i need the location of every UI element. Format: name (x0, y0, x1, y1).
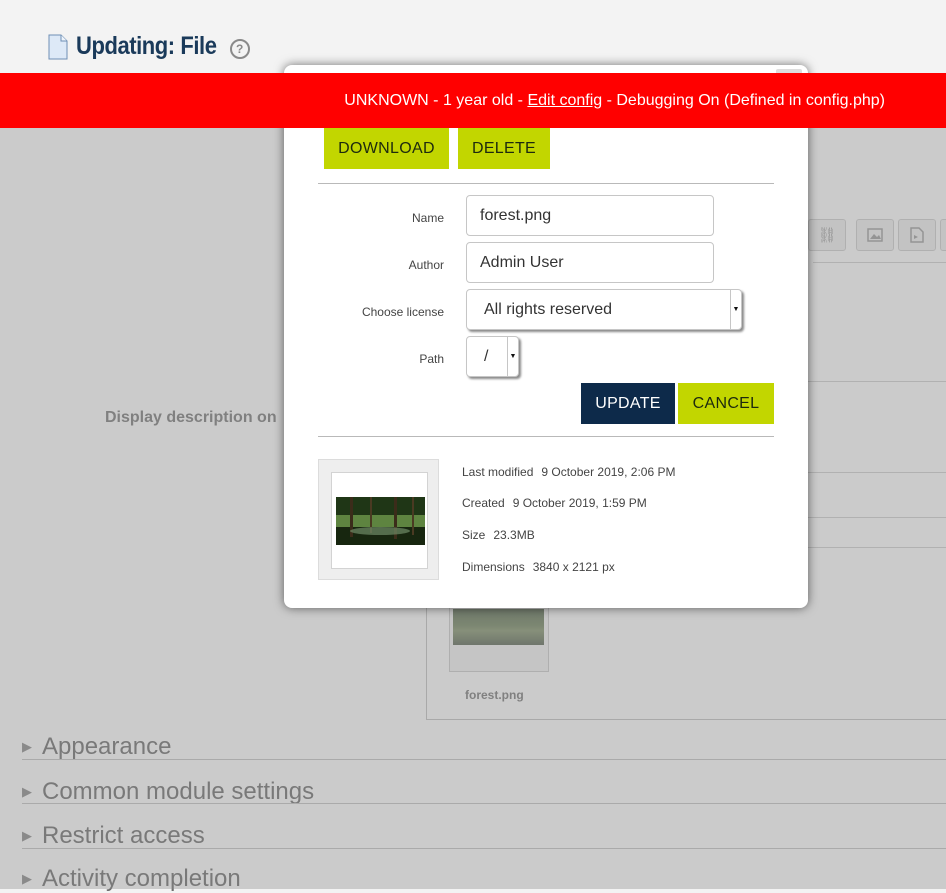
help-icon[interactable]: ? (229, 38, 250, 59)
license-label: Choose license (361, 305, 444, 319)
meta-size: Size 23.3MB (462, 528, 535, 542)
forest-image-preview (336, 497, 425, 545)
name-input[interactable]: forest.png (466, 195, 714, 236)
meta-created: Created 9 October 2019, 1:59 PM (462, 496, 647, 510)
download-button[interactable]: DOWNLOAD (324, 128, 449, 169)
path-select[interactable]: / ▼ (466, 336, 519, 377)
update-button[interactable]: UPDATE (581, 383, 675, 424)
page-header: Updating: File ? (48, 32, 250, 61)
file-edit-dialog: DOWNLOAD DELETE Name forest.png Author A… (284, 65, 808, 608)
file-icon (48, 34, 68, 60)
delete-button[interactable]: DELETE (458, 128, 550, 169)
file-preview (318, 459, 439, 580)
meta-dimensions: Dimensions 3840 x 2121 px (462, 560, 615, 574)
dropdown-arrow-icon: ▼ (507, 337, 518, 376)
author-input[interactable]: Admin User (466, 242, 714, 283)
divider (318, 436, 774, 437)
page-title: Updating: File (76, 32, 217, 60)
dropdown-arrow-icon: ▼ (730, 290, 741, 329)
meta-last-modified: Last modified 9 October 2019, 2:06 PM (462, 465, 676, 479)
debug-banner: UNKNOWN - 1 year old - Edit config - Deb… (0, 73, 946, 128)
author-label: Author (408, 258, 444, 272)
divider (318, 183, 774, 184)
name-label: Name (411, 211, 444, 225)
path-label: Path (419, 352, 444, 366)
cancel-button[interactable]: CANCEL (678, 383, 774, 424)
license-select[interactable]: All rights reserved ▼ (466, 289, 742, 330)
edit-config-link[interactable]: Edit config (527, 92, 602, 110)
